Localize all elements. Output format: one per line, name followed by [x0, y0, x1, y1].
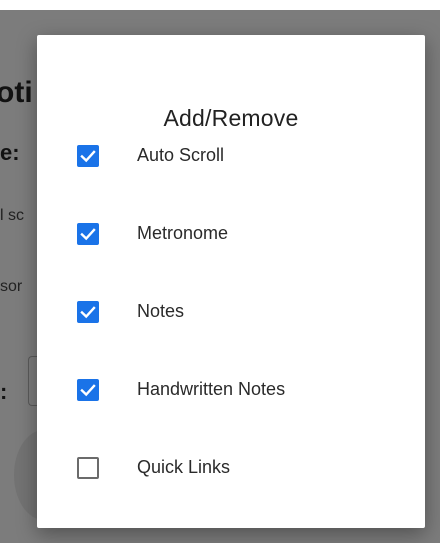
- option-quick-links[interactable]: Quick Links: [37, 443, 425, 493]
- option-label: Metronome: [137, 223, 229, 243]
- option-label: Handwritten Notes: [137, 379, 286, 399]
- background-text-fragment: l sc: [0, 207, 24, 224]
- option-notes[interactable]: Notes: [37, 287, 425, 337]
- checkbox[interactable]: [77, 301, 99, 323]
- option-label: Quick Links: [137, 457, 231, 477]
- option-metronome[interactable]: Metronome: [37, 209, 425, 259]
- background-text-fragment: sor: [0, 278, 23, 295]
- checkbox[interactable]: [77, 457, 99, 479]
- checkmark-icon: [80, 228, 96, 241]
- option-auto-scroll[interactable]: Auto Scroll: [37, 131, 425, 181]
- background-label-fragment: :: [0, 379, 8, 404]
- checkbox[interactable]: [77, 145, 99, 167]
- checkmark-icon: [80, 150, 96, 163]
- checkmark-icon: [80, 306, 96, 319]
- add-remove-dialog: Add/Remove Auto Scroll Metronome Notes H…: [37, 35, 425, 528]
- checkmark-icon: [80, 384, 96, 397]
- background-label-fragment: e:: [0, 140, 20, 165]
- background-title-fragment: oti: [0, 76, 33, 109]
- option-label: Notes: [137, 301, 185, 321]
- option-handwritten-notes[interactable]: Handwritten Notes: [37, 365, 425, 415]
- checkbox[interactable]: [77, 223, 99, 245]
- checkbox[interactable]: [77, 379, 99, 401]
- option-label: Auto Scroll: [137, 145, 225, 165]
- dialog-title: Add/Remove: [163, 105, 299, 131]
